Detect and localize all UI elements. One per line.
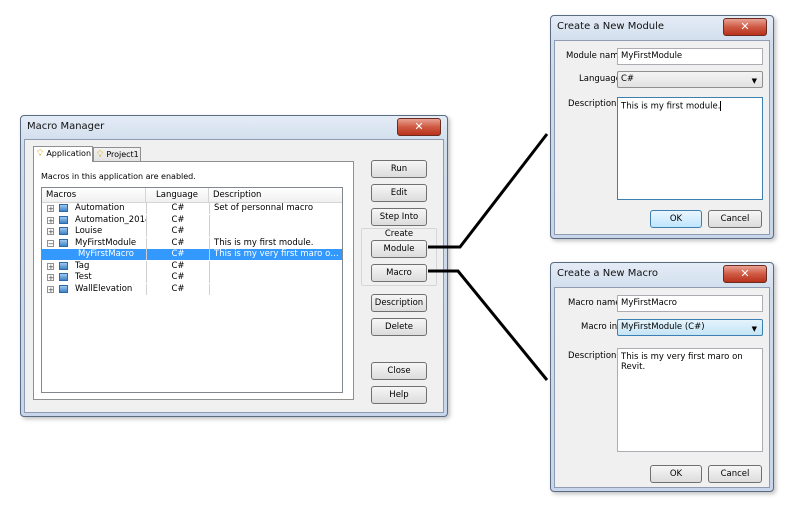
macro-callout-line	[428, 269, 549, 381]
tab-application-label: Application	[46, 149, 92, 158]
lightbulb-icon: 💡︎	[37, 149, 44, 159]
callout-connectors	[428, 133, 549, 381]
module-callout-line	[428, 133, 549, 249]
tab-application[interactable]: 💡︎ Application	[33, 146, 93, 162]
